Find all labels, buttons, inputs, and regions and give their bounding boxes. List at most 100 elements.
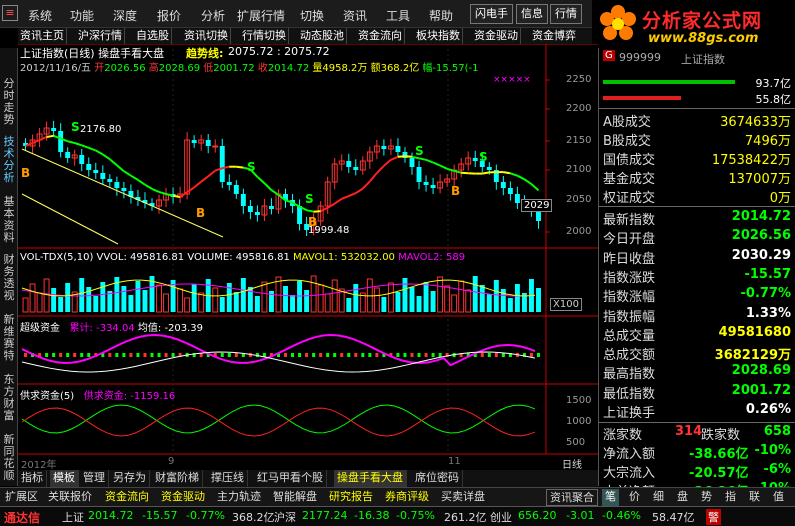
bt2-index[interactable]: 指 <box>722 489 739 506</box>
menu-depth[interactable]: 深度 <box>113 7 137 24</box>
tb-market-switch[interactable]: 行情切换 <box>240 28 289 44</box>
trend-line <box>439 164 448 170</box>
fund-bar <box>291 353 295 357</box>
trend-line <box>376 165 385 174</box>
bt2-book[interactable]: 盘 <box>674 489 691 506</box>
tb-news-switch[interactable]: 资讯切换 <box>182 28 231 44</box>
bt-support-line[interactable]: 撑压线 <box>208 470 248 487</box>
volume-unit: X100 <box>550 298 582 311</box>
bt2-broker-rating[interactable]: 券商评级 <box>382 489 432 506</box>
fund-bar <box>368 353 372 357</box>
fund-bar <box>326 353 330 357</box>
menu-switch[interactable]: 切换 <box>300 7 324 24</box>
flower-logo-icon <box>600 5 636 40</box>
bt2-tick[interactable]: 笔 <box>602 489 619 506</box>
flash-trader-button[interactable]: 闪电手 <box>470 4 513 24</box>
bt-save-as[interactable]: 另存为 <box>110 470 150 487</box>
tb-sector-index[interactable]: 板块指数 <box>414 28 463 44</box>
trend-line <box>158 190 167 195</box>
tb-watchlist[interactable]: 自选股 <box>134 28 172 44</box>
menu-tools[interactable]: 工具 <box>386 7 410 24</box>
chart-area[interactable]: 上证指数(日线) 操盘手看大盘 趋势线: 2075.72 : 2075.72 2… <box>18 44 598 471</box>
side-tab-ths[interactable]: 新同花顺 <box>2 434 16 482</box>
tb-dynamic-pool[interactable]: 动态股池 <box>298 28 347 44</box>
candle-body <box>226 182 232 185</box>
candle-body <box>93 170 99 173</box>
bt-indicator[interactable]: 指标 <box>18 470 47 487</box>
trend-line <box>510 172 518 177</box>
menu-system[interactable]: 系统 <box>28 7 52 24</box>
trend-line <box>523 178 533 185</box>
bt-wealth-ladder[interactable]: 财富阶梯 <box>152 470 203 487</box>
buy-bar <box>603 80 735 84</box>
trend-line <box>320 206 329 213</box>
fund-bar <box>487 353 491 357</box>
trend-line <box>67 140 75 144</box>
menu-function[interactable]: 功能 <box>70 7 94 24</box>
side-tab-fundamental[interactable]: 基本资料 <box>2 196 16 244</box>
side-tab-finance[interactable]: 财务透视 <box>2 254 16 302</box>
trend-line <box>263 182 273 191</box>
period-label[interactable]: 日线 <box>562 456 582 471</box>
bt2-main-track[interactable]: 主力轨迹 <box>214 489 264 506</box>
menu-analysis[interactable]: 分析 <box>201 7 225 24</box>
tb-fund-game[interactable]: 资金博弈 <box>530 28 578 44</box>
menu-quote[interactable]: 报价 <box>157 7 181 24</box>
bt2-research[interactable]: 研究报告 <box>326 489 376 506</box>
bt-redvest[interactable]: 红马甲看个股 <box>254 470 327 487</box>
bt2-smart-analysis[interactable]: 智能解盘 <box>270 489 320 506</box>
candle-body <box>353 167 359 170</box>
volume-bar <box>233 292 239 312</box>
ohlc-info: 2012/11/16/五 开2026.56 高2028.69 低2001.72 … <box>20 63 479 74</box>
fund-bar <box>361 353 365 357</box>
bt-seat-code[interactable]: 席位密码 <box>412 470 463 487</box>
volume-bar <box>444 285 451 313</box>
bt2-fund-flow[interactable]: 资金流向 <box>102 489 152 506</box>
alert-icon[interactable]: 警 <box>706 509 721 525</box>
volume-bar <box>353 284 359 312</box>
bt2-fund-drive[interactable]: 资金驱动 <box>158 489 208 506</box>
tb-news-home[interactable]: 资讯主页 <box>18 28 67 44</box>
high-mark-label: 2176.80 <box>80 124 122 135</box>
bt-manage[interactable]: 管理 <box>80 470 109 487</box>
side-tab-eastmoney[interactable]: 东方财富 <box>2 374 16 422</box>
tb-fund-flow[interactable]: 资金流向 <box>356 28 405 44</box>
bt2-detail[interactable]: 细 <box>650 489 667 506</box>
volume-bar <box>51 288 57 312</box>
side-tab-xinwei[interactable]: 新维赛特 <box>2 314 16 362</box>
bt-trader-view[interactable]: 操盘手看大盘 <box>334 470 407 487</box>
app-menu-icon[interactable]: ≡ <box>2 5 18 21</box>
y-tick: 2100 <box>566 164 592 175</box>
bt-template[interactable]: 模板 <box>50 470 79 487</box>
menu-help[interactable]: 帮助 <box>429 7 453 24</box>
bt2-news-agg[interactable]: 资讯聚合 <box>546 489 598 506</box>
buy-signal: B <box>308 215 318 229</box>
volume-bar <box>493 280 499 312</box>
bt2-link[interactable]: 联 <box>746 489 763 506</box>
side-tab-intraday[interactable]: 分时走势 <box>2 78 16 126</box>
menu-news[interactable]: 资讯 <box>343 7 367 24</box>
trend-line <box>313 210 321 213</box>
bt2-trend[interactable]: 势 <box>698 489 715 506</box>
side-tab-technical[interactable]: 技术分析 <box>2 136 16 184</box>
fund-bar <box>59 353 63 357</box>
trend-line <box>74 142 83 147</box>
bt2-ext[interactable]: 扩展区 <box>2 489 41 506</box>
volume-bar <box>437 276 444 313</box>
trend-line <box>179 191 188 198</box>
tb-fund-drive[interactable]: 资金驱动 <box>472 28 521 44</box>
fund-bar <box>347 353 351 357</box>
menu-ext-market[interactable]: 扩展行情 <box>237 7 285 24</box>
info-button[interactable]: 信息 <box>516 4 548 24</box>
status-value: 656.20 <box>518 509 557 522</box>
tb-market[interactable]: 沪深行情 <box>76 28 125 44</box>
trend-line <box>151 187 160 193</box>
y-tick: 2200 <box>566 103 592 114</box>
bt2-related[interactable]: 关联报价 <box>45 489 95 506</box>
bt2-price[interactable]: 价 <box>626 489 643 506</box>
bt2-value[interactable]: 值 <box>770 489 787 506</box>
fund-bar <box>319 353 323 357</box>
volume-bar <box>290 295 295 312</box>
bt2-trade-detail[interactable]: 买卖详盘 <box>438 489 488 506</box>
market-button[interactable]: 行情 <box>550 4 582 24</box>
